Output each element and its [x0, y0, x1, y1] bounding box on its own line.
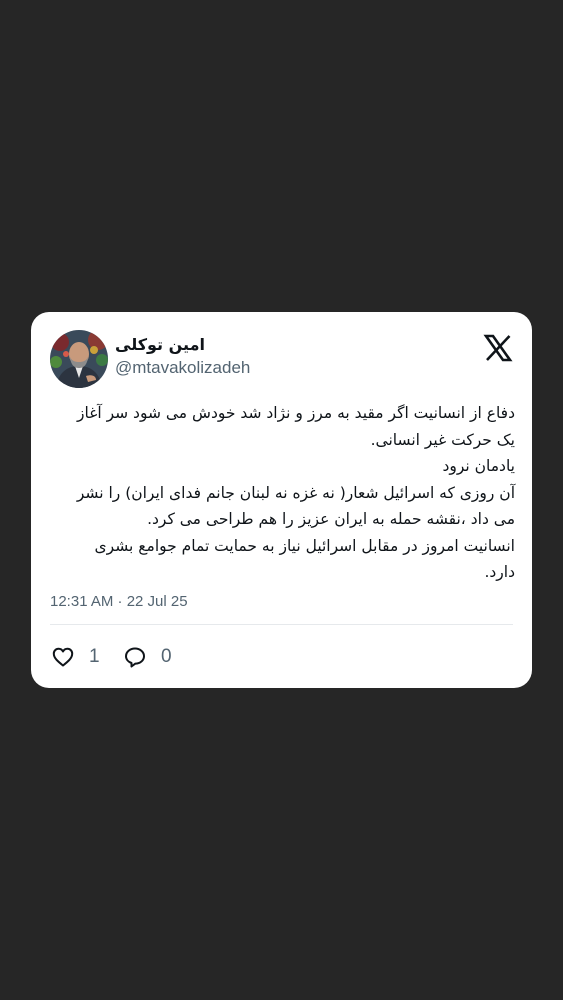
tweet-text-line: می داد ،نقشه حمله به ایران عزیز را هم طر…: [147, 510, 515, 528]
reply-count: 0: [161, 646, 172, 667]
tweet-text-line: یادمان نرود: [442, 457, 515, 475]
tweet-card: امین توکلی @mtavakolizadeh دفاع از انسان…: [31, 312, 532, 688]
avatar[interactable]: [50, 330, 108, 388]
like-count: 1: [89, 646, 100, 667]
tweet-text-line: دارد.: [484, 563, 515, 581]
tweet-text: دفاع از انسانیت اگر مقید به مرز و نژاد ش…: [49, 400, 515, 586]
author-name[interactable]: امین توکلی: [115, 334, 225, 356]
divider: [50, 624, 513, 625]
reply-button[interactable]: 0: [123, 645, 172, 669]
heart-icon: [52, 647, 74, 667]
tweet-text-line: دفاع از انسانیت اگر مقید به مرز و نژاد ش…: [77, 404, 515, 422]
like-button[interactable]: 1: [51, 645, 100, 669]
tweet-timestamp[interactable]: 12:31 AM · 22 Jul 25: [50, 592, 188, 612]
tweet-text-line: انسانیت امروز در مقابل اسرائیل نیاز به ح…: [94, 536, 515, 555]
x-logo-icon[interactable]: [483, 334, 513, 362]
speech-bubble-icon: [125, 647, 145, 668]
tweet-text-line: آن روزی که اسرائیل شعار( نه غزه نه لبنان…: [76, 483, 515, 502]
avatar-photo: [50, 330, 108, 388]
author-handle[interactable]: @mtavakolizadeh: [115, 357, 250, 379]
tweet-text-line: یک حرکت غیر انسانی.: [370, 430, 515, 449]
